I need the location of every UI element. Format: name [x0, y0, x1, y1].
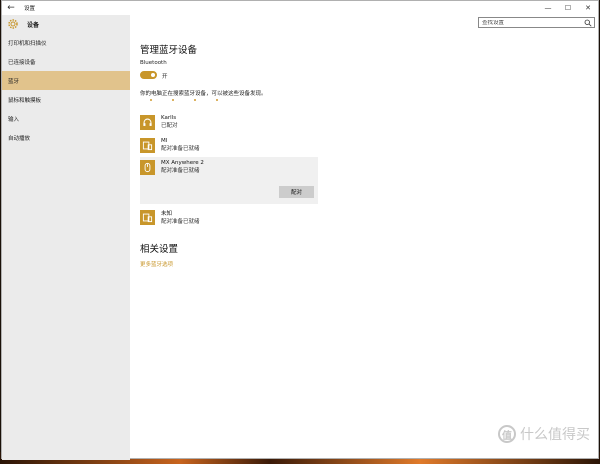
- sidebar-item-autoplay[interactable]: 自动播放: [2, 128, 130, 147]
- search-box: [478, 17, 595, 28]
- maximize-button[interactable]: ☐: [558, 1, 578, 15]
- bluetooth-toggle[interactable]: [140, 71, 157, 79]
- title-bar: ← 设置 — ☐ ✕: [2, 1, 598, 15]
- sidebar-item-connected-devices[interactable]: 已连接设备: [2, 52, 130, 71]
- window-controls: — ☐ ✕: [538, 1, 598, 15]
- search-icon[interactable]: [584, 19, 592, 27]
- device-unknown[interactable]: 未知 配对准备已就绪: [140, 206, 200, 228]
- progress-dot: [172, 99, 174, 101]
- sidebar-item-label: 自动播放: [8, 135, 31, 142]
- device-status: 配对准备已就绪: [161, 168, 200, 174]
- close-button[interactable]: ✕: [578, 1, 598, 15]
- sidebar: 设备 打印机和扫描仪 已连接设备 蓝牙 鼠标和触摸板 输入 自动播放: [2, 15, 130, 460]
- device-status: 配对准备已就绪: [161, 146, 200, 152]
- headset-icon: [140, 114, 155, 130]
- progress-dot: [150, 99, 152, 101]
- sidebar-item-mouse-touchpad[interactable]: 鼠标和触摸板: [2, 90, 130, 109]
- sidebar-item-printers[interactable]: 打印机和扫描仪: [2, 33, 130, 52]
- back-button[interactable]: ←: [2, 1, 20, 15]
- watermark-logo-icon: 值: [498, 425, 516, 443]
- sidebar-header: 设备: [2, 15, 130, 33]
- related-settings-title: 相关设置: [140, 244, 179, 255]
- device-karlls[interactable]: Karlls 已配对: [140, 111, 178, 133]
- progress-dot: [194, 99, 196, 101]
- device-status: 配对准备已就绪: [161, 219, 200, 225]
- device-name: 未知: [161, 211, 173, 217]
- watermark-text: 什么值得买: [520, 427, 590, 443]
- sidebar-item-typing[interactable]: 输入: [2, 109, 130, 128]
- sidebar-header-label: 设备: [27, 21, 40, 29]
- sidebar-item-label: 打印机和扫描仪: [8, 40, 47, 47]
- search-status-text: 你的电脑正在搜索蓝牙设备，可以被这些设备发现。: [140, 91, 267, 97]
- device-status: 已配对: [161, 123, 178, 129]
- gear-icon: [8, 19, 18, 29]
- more-bluetooth-options-link[interactable]: 更多蓝牙选项: [140, 260, 173, 268]
- page-title: 管理蓝牙设备: [140, 45, 198, 56]
- searching-progress-dots: [150, 99, 218, 101]
- devices-icon: [140, 209, 155, 225]
- device-mx-anywhere-2[interactable]: MX Anywhere 2 配对准备已就绪 配对: [140, 157, 318, 204]
- devices-icon: [140, 137, 155, 153]
- minimize-button[interactable]: —: [538, 1, 558, 15]
- bluetooth-label: Bluetooth: [140, 60, 167, 66]
- sidebar-item-label: 已连接设备: [8, 59, 36, 66]
- watermark: 值 什么值得买: [498, 424, 590, 444]
- toggle-state-label: 开: [162, 74, 168, 80]
- settings-window: ← 设置 — ☐ ✕ 设备 打印机和扫描仪 已连接设备 蓝牙 鼠标和触摸板 输入…: [1, 0, 599, 460]
- pair-button[interactable]: 配对: [279, 186, 314, 198]
- search-input[interactable]: [479, 19, 579, 26]
- sidebar-item-label: 鼠标和触摸板: [8, 97, 42, 104]
- mouse-icon: [140, 160, 155, 175]
- sidebar-item-bluetooth[interactable]: 蓝牙: [2, 71, 130, 90]
- device-mi[interactable]: MI 配对准备已就绪: [140, 134, 200, 156]
- sidebar-item-label: 输入: [8, 116, 20, 123]
- progress-dot: [216, 99, 218, 101]
- window-title: 设置: [24, 6, 36, 12]
- sidebar-item-label: 蓝牙: [8, 78, 20, 85]
